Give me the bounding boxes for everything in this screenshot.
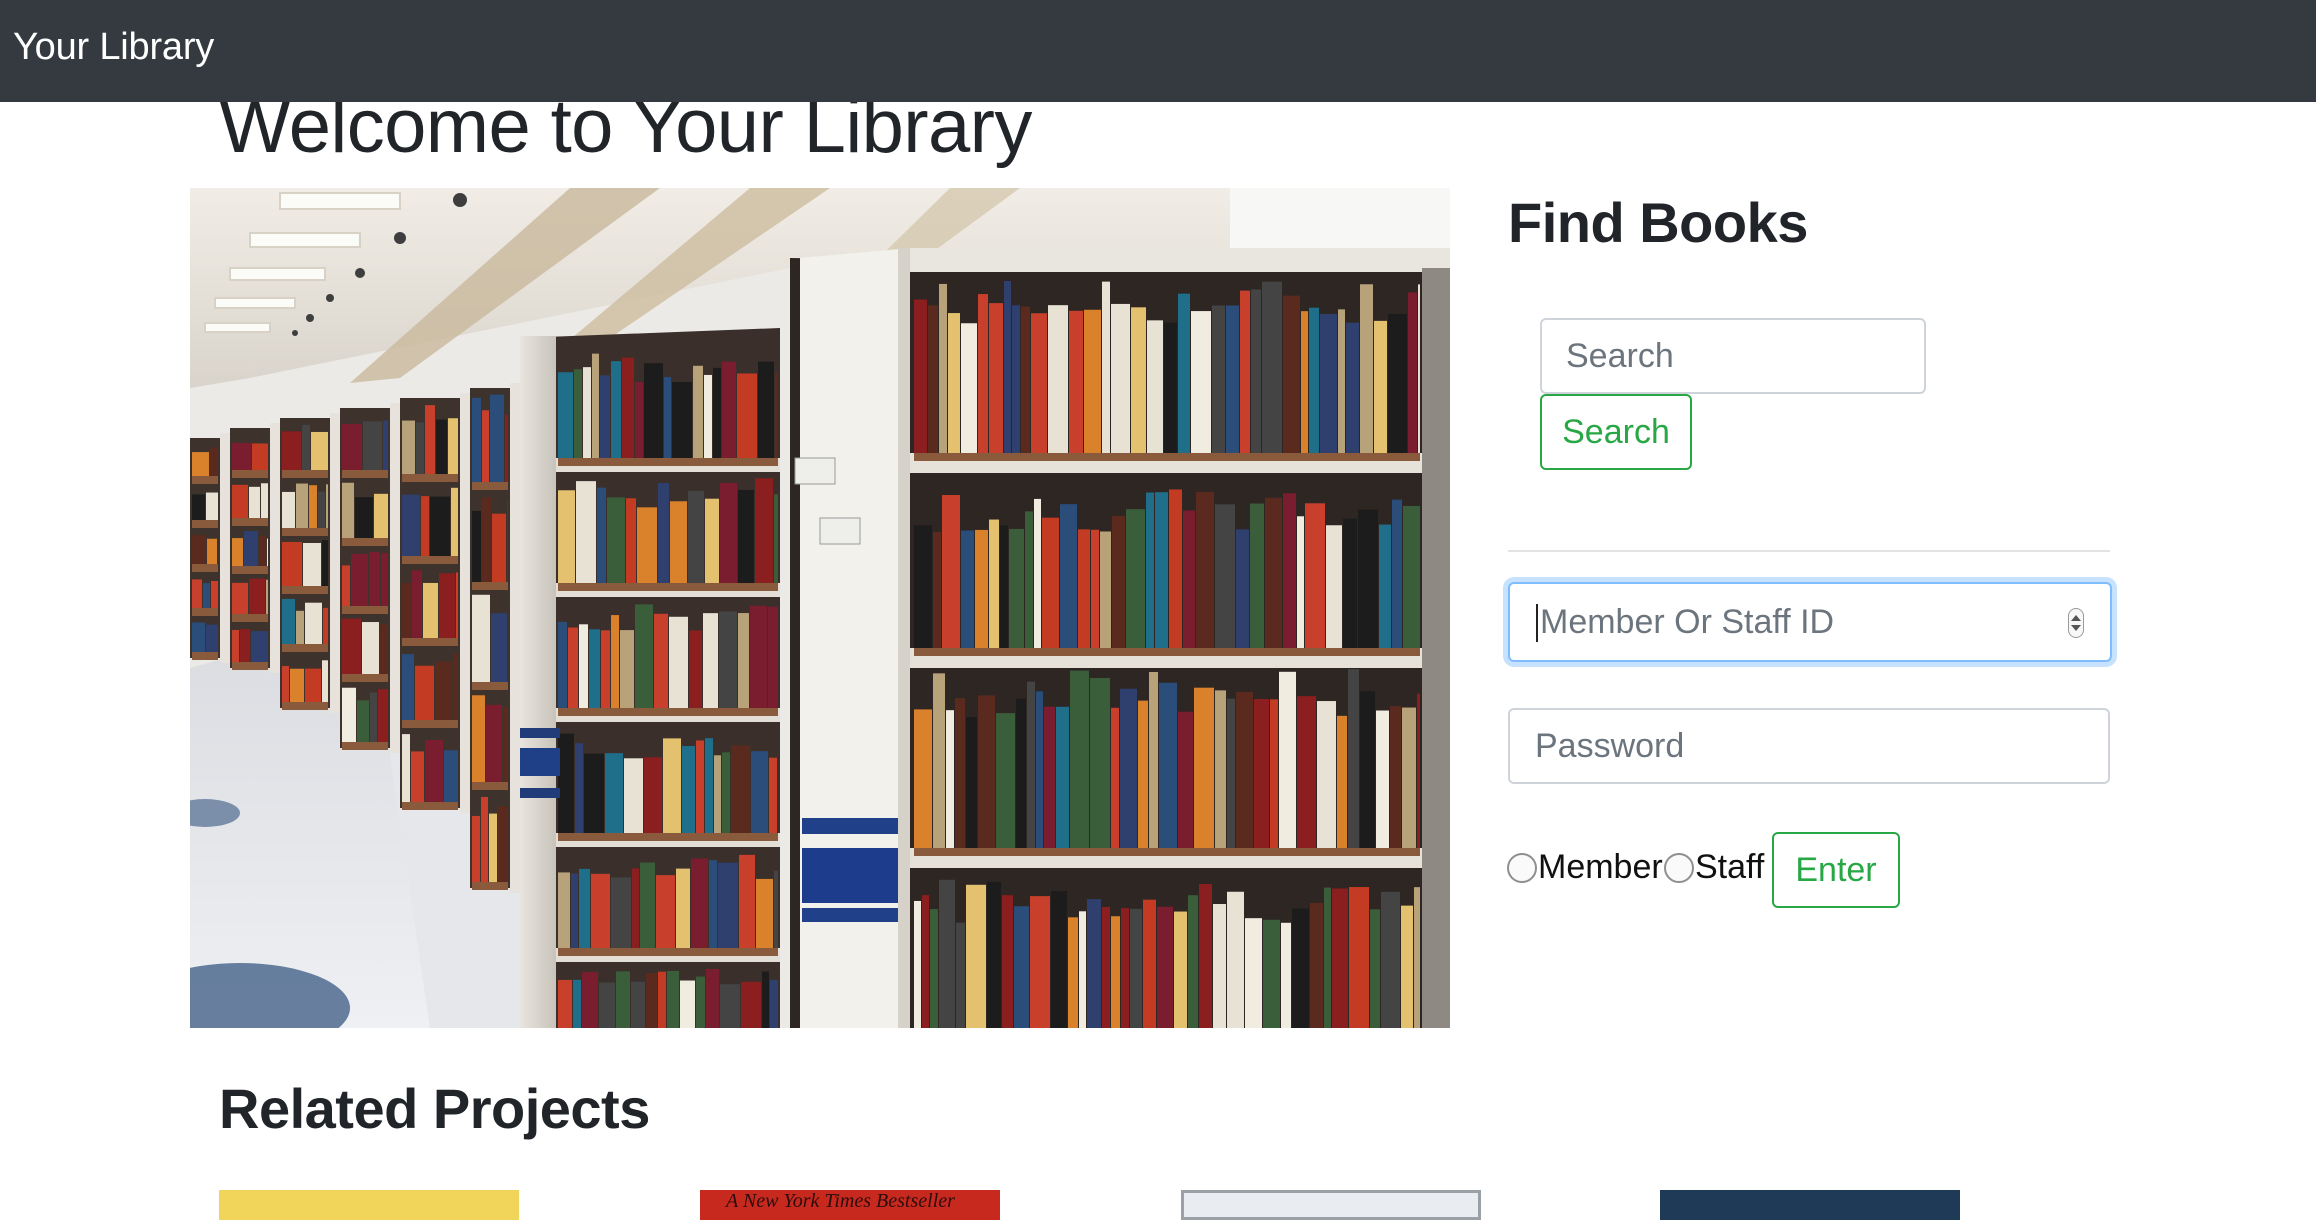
related-project-thumbnail[interactable]: [1181, 1190, 1481, 1220]
enter-button[interactable]: Enter: [1772, 832, 1900, 908]
number-spinner[interactable]: [2068, 608, 2084, 638]
spinner-down-icon[interactable]: [2071, 625, 2081, 631]
password-field[interactable]: [1508, 708, 2110, 784]
related-project-thumbnail[interactable]: A New York Times Bestseller: [700, 1190, 1000, 1220]
navbar: Your Library: [0, 0, 2316, 102]
member-staff-id-placeholder: Member Or Staff ID: [1540, 603, 1835, 641]
related-project-thumbnail[interactable]: [219, 1190, 519, 1220]
navbar-brand[interactable]: Your Library: [13, 22, 214, 72]
radio-staff[interactable]: [1664, 853, 1694, 883]
text-caret: [1536, 604, 1538, 642]
radio-staff-label[interactable]: Staff: [1695, 847, 1764, 887]
thumbnail-caption: A New York Times Bestseller: [726, 1190, 955, 1212]
divider: [1508, 550, 2110, 552]
member-staff-id-field[interactable]: Member Or Staff ID: [1508, 582, 2112, 662]
search-button[interactable]: Search: [1540, 394, 1692, 470]
related-projects-title: Related Projects: [219, 1077, 650, 1140]
related-project-thumbnail[interactable]: [1660, 1190, 1960, 1220]
radio-member[interactable]: [1507, 853, 1537, 883]
hero-image: [190, 188, 1450, 1028]
spinner-up-icon[interactable]: [2071, 615, 2081, 621]
library-shelves-illustration: [190, 188, 1450, 1028]
find-books-title: Find Books: [1508, 191, 1808, 254]
search-input[interactable]: [1540, 318, 1926, 394]
radio-member-label[interactable]: Member: [1538, 847, 1663, 887]
